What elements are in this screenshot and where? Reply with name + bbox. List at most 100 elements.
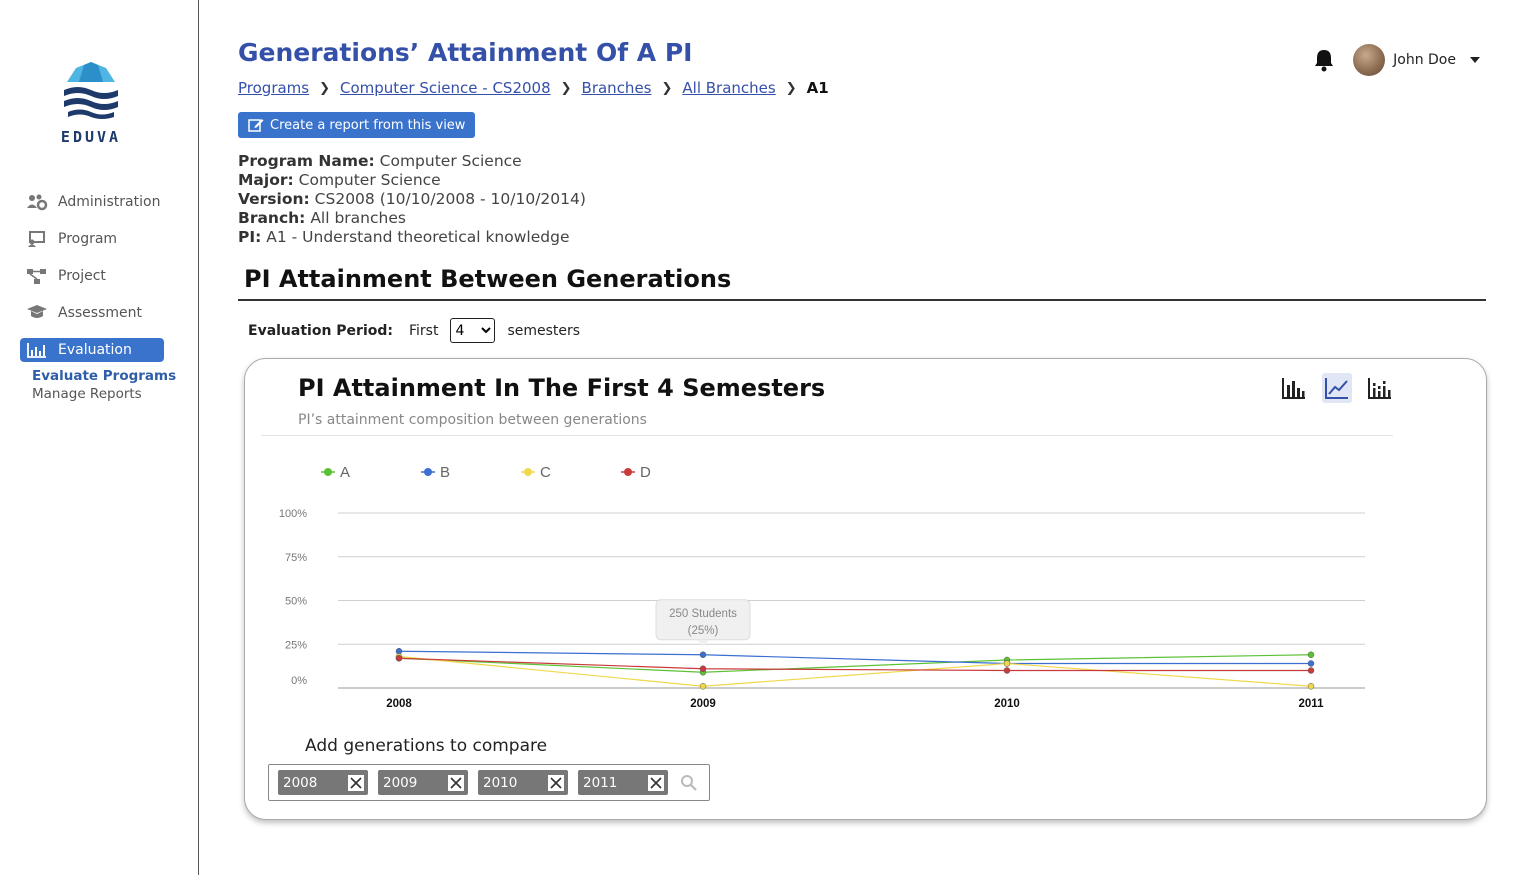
breadcrumb-branches[interactable]: Branches (582, 79, 652, 97)
generation-tag[interactable]: 2008 (278, 770, 368, 795)
breadcrumb-programs[interactable]: Programs (238, 79, 309, 97)
x-tick-label: 2010 (994, 698, 1020, 710)
avatar[interactable] (1353, 44, 1386, 76)
legend-marker (524, 468, 532, 476)
chart-type-switcher (1279, 373, 1408, 403)
semester-count-select[interactable]: 4 (450, 318, 496, 343)
create-report-button[interactable]: Create a report from this view (238, 112, 476, 138)
edit-icon (248, 119, 264, 132)
series-line (398, 655, 1312, 687)
chevron-right-icon: ❯ (319, 80, 331, 96)
y-tick-label: 0% (291, 675, 307, 687)
bar-chart-icon (27, 343, 46, 358)
legend-label: C (540, 464, 551, 481)
tooltip-line2: (25%) (688, 625, 719, 637)
line-chart-button[interactable] (1322, 373, 1352, 403)
chevron-right-icon: ❯ (560, 80, 572, 96)
period-label: Evaluation Period: (248, 322, 393, 339)
generation-tag-label: 2010 (483, 774, 518, 791)
sidebar-subitem-evaluate-programs[interactable]: Evaluate Programs (20, 367, 180, 385)
caret-down-icon[interactable] (1470, 57, 1480, 63)
page-title: Generations’ Attainment Of A PI (238, 38, 693, 67)
data-point (1307, 667, 1315, 674)
y-tick-label: 25% (285, 639, 307, 651)
user-name: John Doe (1393, 52, 1456, 68)
generation-tag-label: 2009 (383, 774, 418, 791)
chevron-right-icon: ❯ (661, 80, 673, 96)
tooltip-line1: 250 Students (669, 608, 737, 620)
data-point (1003, 660, 1011, 667)
chart-title: PI Attainment In The First 4 Semesters (298, 374, 826, 402)
data-point (395, 655, 403, 662)
sidebar-nav: Administration Program Project Assessmen… (20, 190, 180, 403)
sidebar-item-evaluation[interactable]: Evaluation (20, 338, 164, 362)
grouped-bar-chart-icon (1368, 378, 1391, 399)
section-title: PI Attainment Between Generations (244, 265, 732, 293)
data-point (1003, 667, 1011, 674)
major-row: Major: Computer Science (238, 171, 441, 189)
data-point (699, 651, 707, 658)
evaluation-period: Evaluation Period: First 4 semesters (248, 318, 580, 343)
data-point (699, 665, 707, 672)
close-icon[interactable] (648, 774, 664, 791)
generation-tag[interactable]: 2010 (478, 770, 568, 795)
generation-tag-label: 2011 (583, 774, 618, 791)
legend-marker (324, 468, 332, 476)
x-tick-label: 2011 (1299, 698, 1325, 710)
breadcrumb-program-version[interactable]: Computer Science - CS2008 (340, 79, 551, 97)
sidebar-item-assessment[interactable]: Assessment (20, 301, 180, 325)
generation-tag-input[interactable]: 2008 2009 2010 2011 (268, 764, 710, 801)
grouped-bar-chart-button[interactable] (1365, 373, 1395, 403)
x-tick-label: 2009 (690, 698, 716, 710)
program-info: Program Name: Computer Science Major: Co… (238, 152, 586, 247)
sidebar-item-label: Project (58, 268, 106, 284)
tooltip-pointer (697, 639, 709, 647)
bell-icon[interactable] (1313, 48, 1335, 72)
chart-card: PI Attainment In The First 4 Semesters P… (244, 358, 1487, 820)
logo-mark-icon (64, 62, 118, 119)
hierarchy-icon (27, 269, 46, 284)
branch-row: Branch: All branches (238, 209, 406, 227)
sidebar-item-project[interactable]: Project (20, 264, 180, 288)
presentation-icon (28, 231, 45, 247)
pi-row: PI: A1 - Understand theoretical knowledg… (238, 228, 570, 246)
sidebar: EDUVA Administration Program Project Ass… (0, 0, 199, 875)
sidebar-item-label: Administration (58, 194, 161, 210)
close-icon[interactable] (448, 774, 464, 791)
users-gear-icon (27, 194, 48, 211)
legend-label: B (440, 464, 450, 481)
y-tick-label: 50% (285, 596, 307, 608)
data-point (1307, 651, 1315, 658)
generation-tag[interactable]: 2011 (578, 770, 668, 795)
legend-label: A (340, 464, 350, 481)
legend-label: D (640, 464, 651, 481)
line-chart: A B C D 0% 25% 50% 75% 100% 2008 2009 2010 2011 250 S… (279, 464, 1365, 710)
period-prefix: First (409, 322, 439, 339)
sidebar-item-administration[interactable]: Administration (20, 190, 180, 214)
y-tick-label: 75% (285, 552, 307, 564)
sidebar-subitem-manage-reports[interactable]: Manage Reports (20, 385, 180, 403)
generation-tag[interactable]: 2009 (378, 770, 468, 795)
x-tick-label: 2008 (386, 698, 412, 710)
close-icon[interactable] (548, 774, 564, 791)
chevron-right-icon: ❯ (785, 80, 797, 96)
sidebar-item-label: Program (58, 231, 118, 247)
breadcrumb-all-branches[interactable]: All Branches (682, 79, 775, 97)
user-menu[interactable]: John Doe (1313, 44, 1480, 76)
generation-tag-label: 2008 (283, 774, 318, 791)
section-divider (238, 299, 1486, 301)
bar-chart-button[interactable] (1279, 373, 1309, 403)
compare-title: Add generations to compare (305, 736, 548, 756)
brand-name: EDUVA (60, 128, 122, 146)
card-divider (261, 435, 1393, 436)
line-chart-icon (1325, 378, 1348, 399)
close-icon[interactable] (348, 774, 364, 791)
search-icon[interactable] (680, 774, 698, 792)
data-point (699, 683, 707, 690)
version-row: Version: CS2008 (10/10/2008 - 10/10/2014… (238, 190, 586, 208)
period-suffix: semesters (507, 322, 581, 339)
y-tick-label: 100% (279, 508, 307, 520)
eduva-logo[interactable]: EDUVA (58, 60, 124, 146)
program-name-row: Program Name: Computer Science (238, 152, 522, 170)
sidebar-item-program[interactable]: Program (20, 227, 180, 251)
